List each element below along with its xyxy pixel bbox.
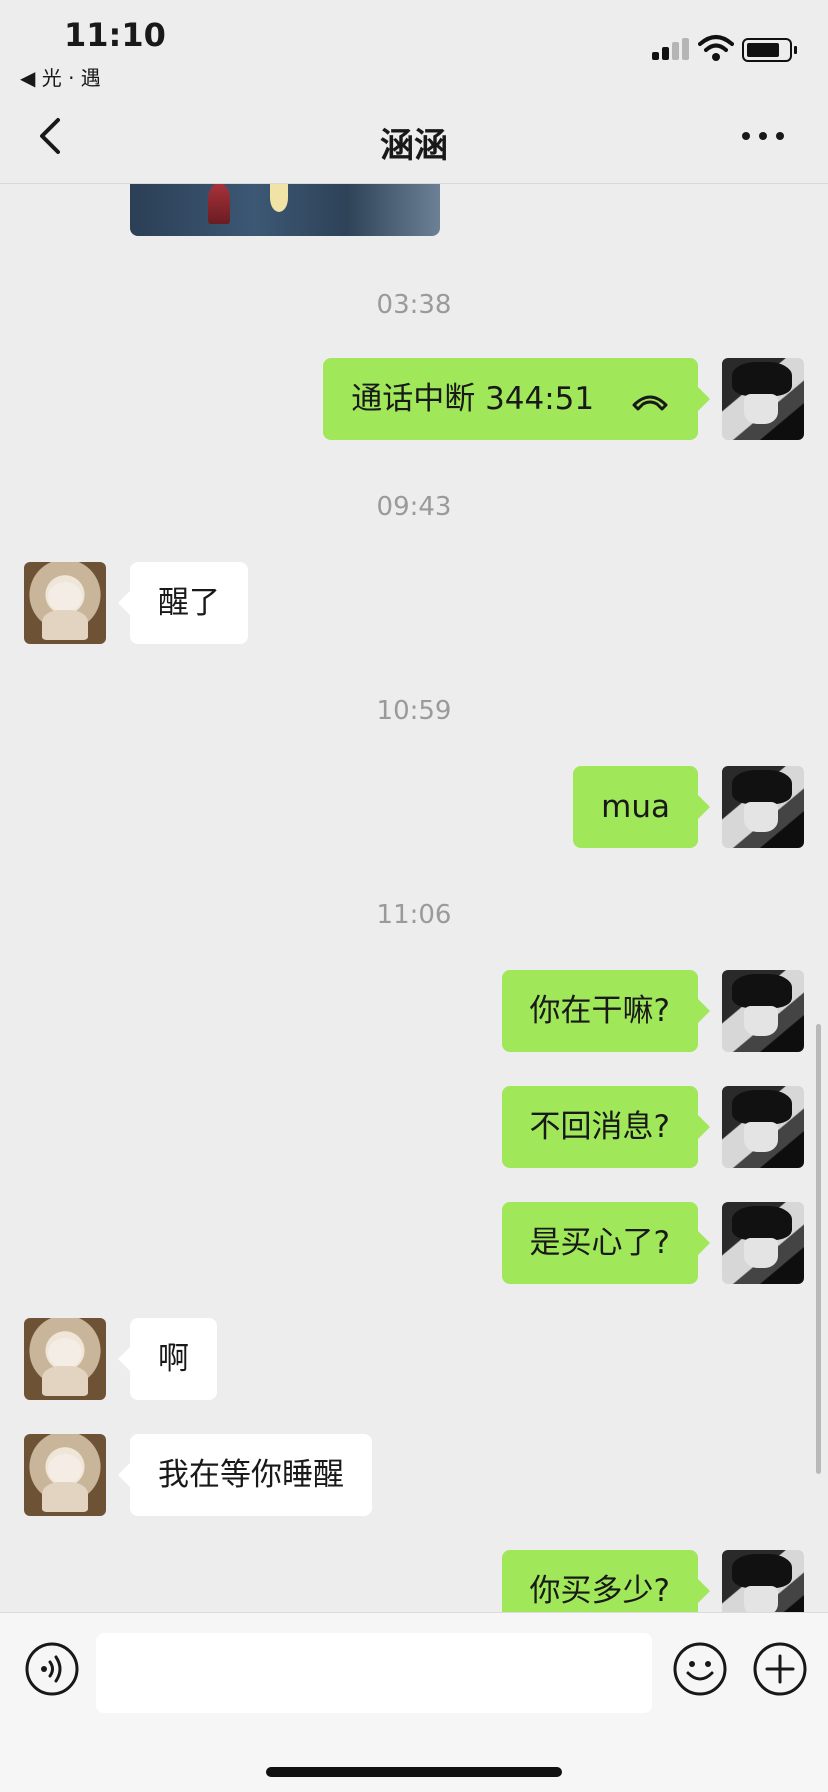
my-avatar[interactable] [722,1202,804,1284]
contact-avatar[interactable] [24,562,106,644]
message-list[interactable]: 03:38 通话中断 344:51 09:43 醒了 10:59 mua 11:… [0,184,828,1612]
message-row-sent: 通话中断 344:51 [0,358,828,440]
contact-avatar[interactable] [24,1434,106,1516]
message-input[interactable] [96,1633,652,1713]
message-row-sent: mua [0,766,828,848]
message-bubble[interactable]: 啊 [118,1318,217,1400]
emoji-icon[interactable] [672,1641,728,1697]
timestamp: 09:43 [376,492,452,522]
voice-input-icon[interactable] [24,1641,80,1697]
message-row-sent: 不回消息? [0,1086,828,1168]
message-bubble[interactable]: 醒了 [118,562,248,644]
phone-hangup-icon [632,395,668,410]
my-avatar[interactable] [722,970,804,1052]
status-bar: 11:10 ◀ 光 · 遇 [0,0,828,91]
chat-header: 涵涵 [0,88,828,184]
more-dots-icon[interactable] [738,118,788,154]
message-row-sent: 是买心了? [0,1202,828,1284]
signal-icon [652,38,692,60]
message-row-sent: 你在干嘛? [0,970,828,1052]
timestamp: 11:06 [376,900,452,930]
battery-icon [742,38,797,62]
message-bubble[interactable]: 我在等你睡醒 [118,1434,372,1516]
message-row-received: 啊 [0,1318,828,1400]
scrollbar[interactable] [816,1024,821,1474]
message-bubble[interactable]: mua [573,766,710,848]
my-avatar[interactable] [722,766,804,848]
call-record-bubble[interactable]: 通话中断 344:51 [323,358,710,440]
timestamp: 03:38 [376,290,452,320]
my-avatar[interactable] [722,1086,804,1168]
message-row-sent: 你买多少? [0,1550,828,1612]
message-text: 通话中断 344:51 [351,381,595,417]
timestamp: 10:59 [376,696,452,726]
wifi-icon [698,35,734,61]
my-avatar[interactable] [722,358,804,440]
chat-title: 涵涵 [380,126,448,166]
image-message[interactable] [130,184,440,236]
my-avatar[interactable] [722,1550,804,1612]
plus-icon[interactable] [752,1641,808,1697]
input-bar [0,1612,828,1792]
back-to-app-link[interactable]: ◀ 光 · 遇 [20,62,101,91]
home-indicator[interactable] [266,1767,562,1777]
status-time: 11:10 [64,16,166,54]
message-row-received: 我在等你睡醒 [0,1434,828,1516]
message-bubble[interactable]: 你买多少? [501,1550,711,1612]
message-bubble[interactable]: 不回消息? [501,1086,711,1168]
message-bubble[interactable]: 你在干嘛? [501,970,711,1052]
contact-avatar[interactable] [24,1318,106,1400]
message-bubble[interactable]: 是买心了? [501,1202,711,1284]
message-row-received: 醒了 [0,562,828,644]
